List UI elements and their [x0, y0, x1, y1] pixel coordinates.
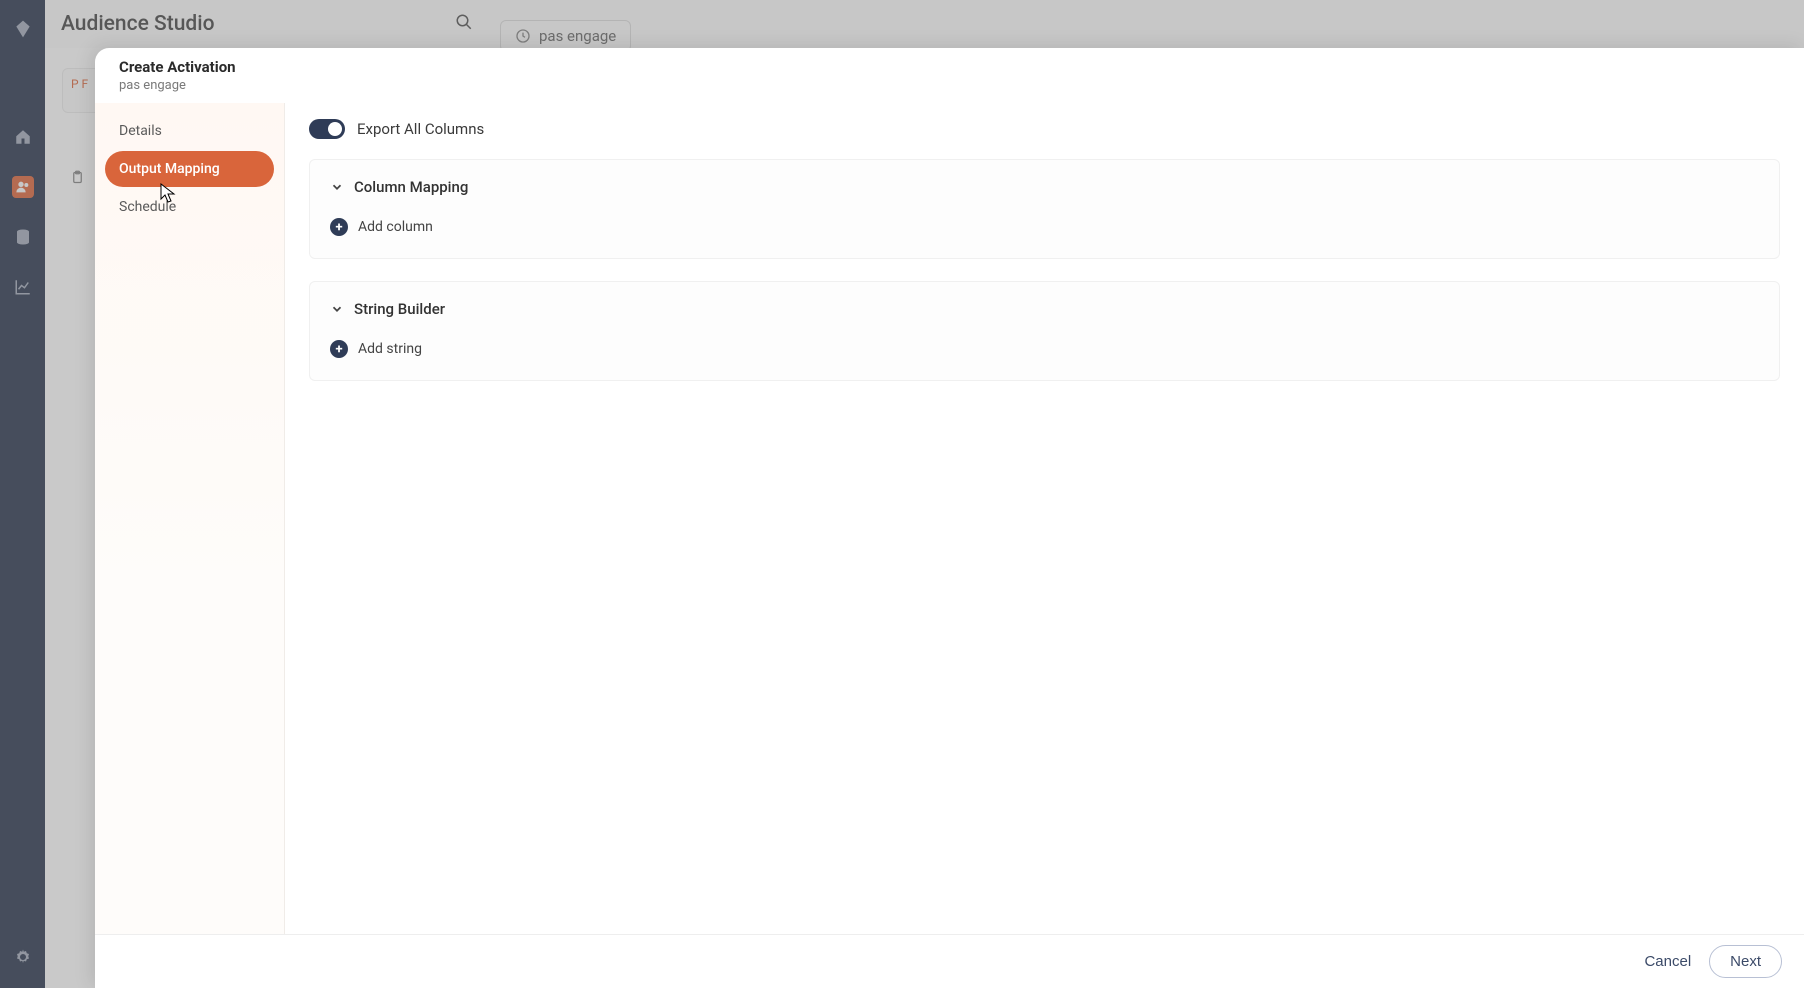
- add-column-label: Add column: [358, 219, 433, 235]
- chevron-down-icon: [330, 180, 344, 194]
- string-builder-panel: String Builder + Add string: [309, 281, 1780, 381]
- cancel-button[interactable]: Cancel: [1644, 953, 1691, 970]
- modal-footer: Cancel Next: [95, 934, 1804, 988]
- add-string-label: Add string: [358, 341, 422, 357]
- plus-icon: +: [330, 340, 348, 358]
- step-details[interactable]: Details: [105, 113, 274, 149]
- modal-header: Create Activation pas engage: [95, 48, 1804, 103]
- next-button[interactable]: Next: [1709, 945, 1782, 978]
- create-activation-modal: Create Activation pas engage Details Out…: [95, 48, 1804, 988]
- steps-sidebar: Details Output Mapping Schedule: [95, 103, 285, 934]
- plus-icon: +: [330, 218, 348, 236]
- step-schedule[interactable]: Schedule: [105, 189, 274, 225]
- string-builder-header[interactable]: String Builder: [330, 300, 1759, 318]
- modal-subtitle: pas engage: [119, 78, 1780, 93]
- column-mapping-panel: Column Mapping + Add column: [309, 159, 1780, 259]
- modal-title: Create Activation: [119, 58, 1780, 76]
- string-builder-title: String Builder: [354, 300, 445, 318]
- add-string-button[interactable]: + Add string: [330, 340, 1759, 358]
- content-area: Export All Columns Column Mapping + Add …: [285, 103, 1804, 934]
- chevron-down-icon: [330, 302, 344, 316]
- export-all-columns-label: Export All Columns: [357, 120, 484, 138]
- column-mapping-header[interactable]: Column Mapping: [330, 178, 1759, 196]
- export-all-columns-toggle[interactable]: [309, 119, 345, 139]
- add-column-button[interactable]: + Add column: [330, 218, 1759, 236]
- step-output-mapping[interactable]: Output Mapping: [105, 151, 274, 187]
- column-mapping-title: Column Mapping: [354, 178, 468, 196]
